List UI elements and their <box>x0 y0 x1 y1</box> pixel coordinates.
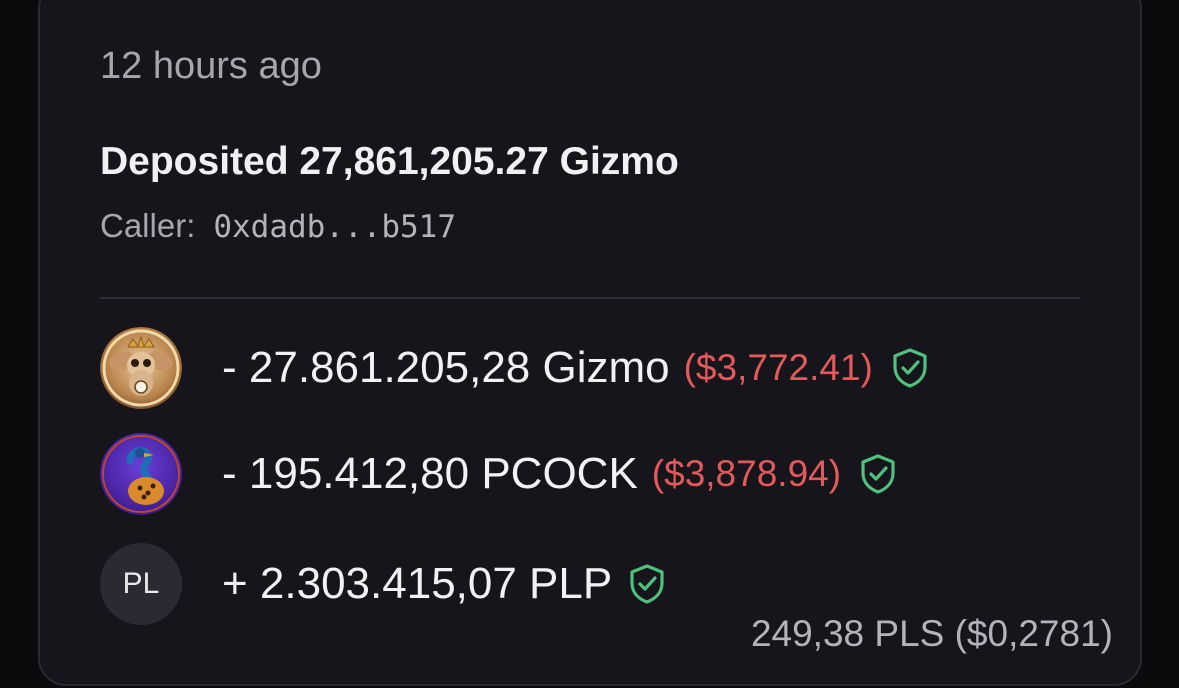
transfer-usd-value: ($3,772.41) <box>683 347 873 388</box>
caller-label: Caller: <box>100 207 196 244</box>
pcock-token-icon <box>100 433 182 515</box>
transfer-row-pcock: - 195.412,80 PCOCK ($3,878.94) <box>100 432 897 516</box>
transfer-usd-value: ($3,878.94) <box>651 453 842 494</box>
transfer-row-gizmo: - 27.861.205,28 Gizmo ($3,772.41) <box>100 326 929 410</box>
transfer-amount: - 27.861.205,28 Gizmo <box>222 343 670 392</box>
pl-token-icon: PL <box>100 543 182 625</box>
verified-shield-icon <box>891 347 929 389</box>
caller-address[interactable]: 0xdadb...b517 <box>213 209 456 245</box>
activity-title: Deposited 27,861,205.27 Gizmo <box>100 140 679 183</box>
gizmo-token-icon <box>100 327 182 409</box>
divider <box>100 297 1080 299</box>
caller-line: Caller: 0xdadb...b517 <box>100 206 456 247</box>
gas-fee: 249,38 PLS ($0,2781) <box>750 613 1113 654</box>
verified-shield-icon <box>628 563 666 605</box>
transfer-amount: - 195.412,80 PCOCK <box>222 449 638 498</box>
transfer-amount: + 2.303.415,07 PLP <box>222 559 613 608</box>
timestamp: 12 hours ago <box>100 45 322 87</box>
verified-shield-icon <box>859 453 897 495</box>
transfer-row-plp: PL + 2.303.415,07 PLP <box>100 542 666 626</box>
